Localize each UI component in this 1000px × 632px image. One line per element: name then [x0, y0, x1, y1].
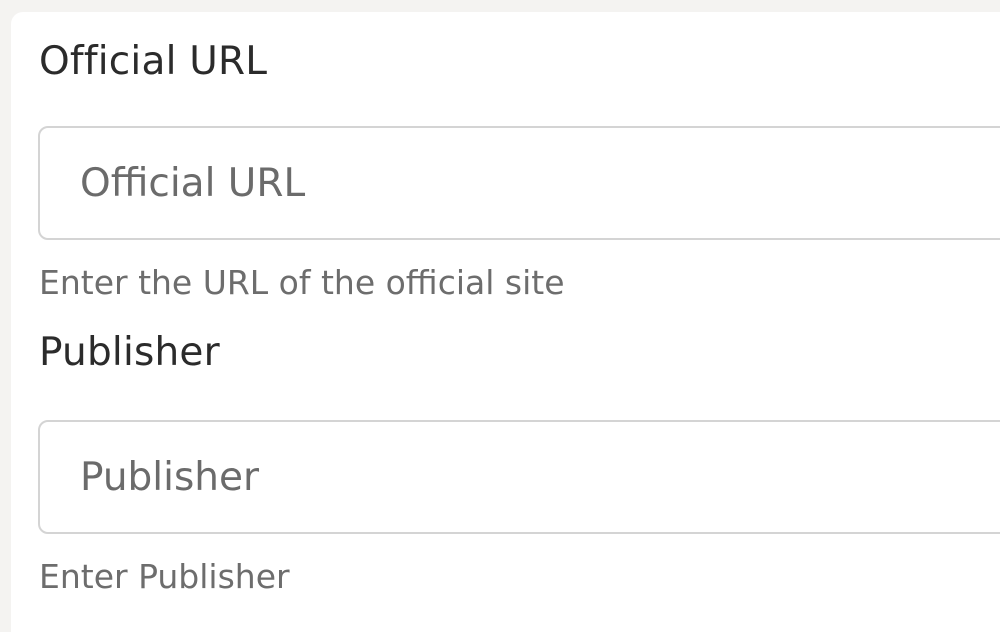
publisher-input[interactable]: [38, 420, 1000, 534]
official-url-label: Official URL: [39, 39, 268, 84]
official-url-input[interactable]: [38, 126, 1000, 240]
official-url-help-text: Enter the URL of the official site: [39, 263, 565, 302]
form-panel: Official URL Enter the URL of the offici…: [11, 12, 1000, 632]
publisher-label: Publisher: [39, 330, 220, 375]
publisher-help-text: Enter Publisher: [39, 557, 290, 596]
